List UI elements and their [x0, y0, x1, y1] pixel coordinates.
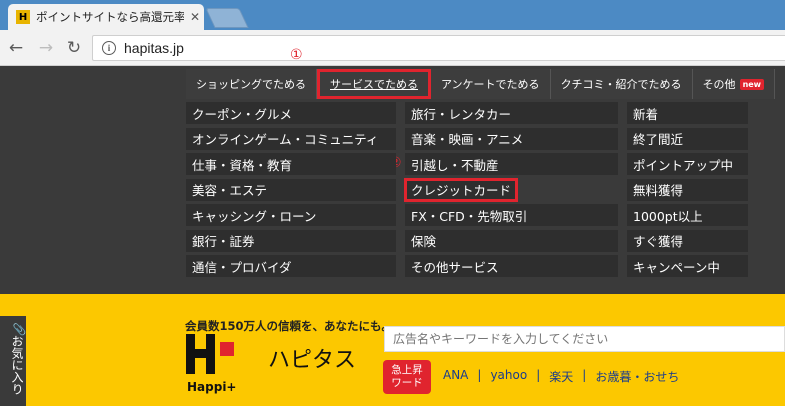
menu-column-3: 新着 終了間近 ポイントアップ中 無料獲得 1000pt以上 すぐ獲得 キャンペ…	[627, 102, 748, 281]
keyword-link[interactable]: 楽天	[549, 368, 573, 385]
menu-item[interactable]: すぐ獲得	[627, 229, 748, 252]
trend-label-2: ワード	[391, 377, 423, 389]
tab-label: サービスでためる	[330, 78, 418, 91]
menu-item[interactable]: 旅行・レンタカー	[405, 102, 618, 124]
info-icon[interactable]: i	[102, 41, 116, 55]
tab-title: ポイントサイトなら高還元率	[36, 10, 184, 24]
separator: |	[582, 368, 587, 382]
address-bar[interactable]: i hapitas.jp	[92, 35, 785, 61]
new-badge: new	[739, 78, 765, 90]
tab-services[interactable]: サービスでためる	[317, 69, 431, 99]
separator: |	[477, 368, 482, 382]
annotation-marker-1: ①	[290, 47, 303, 63]
menu-item[interactable]: FX・CFD・先物取引	[405, 204, 618, 226]
trending-keywords: ANA | yahoo | 楽天 | お歳暮・おせち	[443, 368, 679, 385]
menu-item[interactable]: 音楽・映画・アニメ	[405, 127, 618, 150]
hapitas-favicon-icon: H	[16, 10, 30, 24]
paperclip-icon: 📎	[13, 322, 26, 336]
browser-tab[interactable]: H ポイントサイトなら高還元率 ✕	[8, 4, 204, 30]
trending-words-badge: 急上昇 ワード	[383, 360, 431, 394]
favorites-tab[interactable]: 📎 お気に入り	[0, 316, 26, 406]
tab-other[interactable]: その他 new	[692, 69, 776, 99]
menu-item[interactable]: 仕事・資格・教育	[186, 153, 396, 175]
tagline: 会員数150万人の信頼を、あなたにも。	[185, 319, 394, 333]
keyword-link[interactable]: お歳暮・おせち	[595, 368, 679, 385]
forward-arrow-icon[interactable]: →	[35, 37, 57, 59]
reload-icon[interactable]: ↻	[63, 37, 85, 59]
trend-label-1: 急上昇	[391, 363, 423, 376]
favorites-label: お気に入り	[10, 335, 24, 396]
menu-column-1: クーポン・グルメ オンラインゲーム・コミュニティ 仕事・資格・教育 美容・エステ…	[186, 102, 396, 281]
tab-survey[interactable]: アンケートでためる	[431, 69, 551, 99]
menu-item[interactable]: 通信・プロバイダ	[186, 255, 396, 277]
tab-shopping[interactable]: ショッピングでためる	[186, 69, 317, 99]
menu-item-credit-card[interactable]: クレジットカード	[404, 177, 518, 202]
main-nav: ショッピングでためる サービスでためる アンケートでためる クチコミ・紹介でため…	[186, 69, 776, 99]
menu-item[interactable]: クーポン・グルメ	[186, 102, 396, 124]
url-text: hapitas.jp	[124, 40, 184, 56]
new-tab-button[interactable]	[205, 8, 249, 28]
menu-item[interactable]: キャンペーン中	[627, 255, 748, 277]
tab-label: その他	[702, 78, 736, 91]
tab-label: クチコミ・紹介でためる	[560, 78, 682, 91]
brand-name: ハピタス	[268, 348, 357, 373]
browser-tabbar: H ポイントサイトなら高還元率 ✕	[0, 0, 785, 30]
menu-item[interactable]: 美容・エステ	[186, 178, 396, 201]
menu-item[interactable]: 終了間近	[627, 127, 748, 150]
separator: |	[536, 368, 541, 382]
menu-item[interactable]: 銀行・証券	[186, 229, 396, 252]
menu-item[interactable]: オンラインゲーム・コミュニティ	[186, 127, 396, 150]
menu-item[interactable]: 保険	[405, 229, 618, 252]
header-banner: 📎 お気に入り 会員数150万人の信頼を、あなたにも。 Happi+ ハピタス …	[0, 294, 785, 406]
browser-toolbar: ← → ↻ i hapitas.jp	[0, 30, 785, 66]
menu-item[interactable]: 新着	[627, 102, 748, 124]
back-arrow-icon[interactable]: ←	[5, 37, 27, 59]
menu-item[interactable]: 引越し・不動産	[405, 153, 618, 175]
page-content: ① ② ショッピングでためる サービスでためる アンケートでためる クチコミ・紹…	[0, 47, 785, 406]
menu-item[interactable]: キャッシング・ローン	[186, 204, 396, 226]
tab-label: アンケートでためる	[441, 78, 540, 91]
menu-item[interactable]: 1000pt以上	[627, 204, 748, 226]
logo-text: Happi+	[187, 380, 237, 394]
search-input[interactable]	[384, 326, 785, 352]
hapitas-logo-icon[interactable]	[186, 334, 234, 374]
menu-column-2: 旅行・レンタカー 音楽・映画・アニメ 引越し・不動産 クレジットカード FX・C…	[404, 102, 618, 281]
keyword-link[interactable]: yahoo	[490, 368, 527, 385]
tab-label: ショッピングでためる	[196, 78, 306, 91]
menu-item[interactable]: ポイントアップ中	[627, 153, 748, 175]
menu-item[interactable]: その他サービス	[405, 255, 618, 277]
close-icon[interactable]: ✕	[190, 10, 200, 24]
menu-item[interactable]: 無料獲得	[627, 178, 748, 201]
tab-reviews[interactable]: クチコミ・紹介でためる	[550, 69, 693, 99]
keyword-link[interactable]: ANA	[443, 368, 468, 385]
